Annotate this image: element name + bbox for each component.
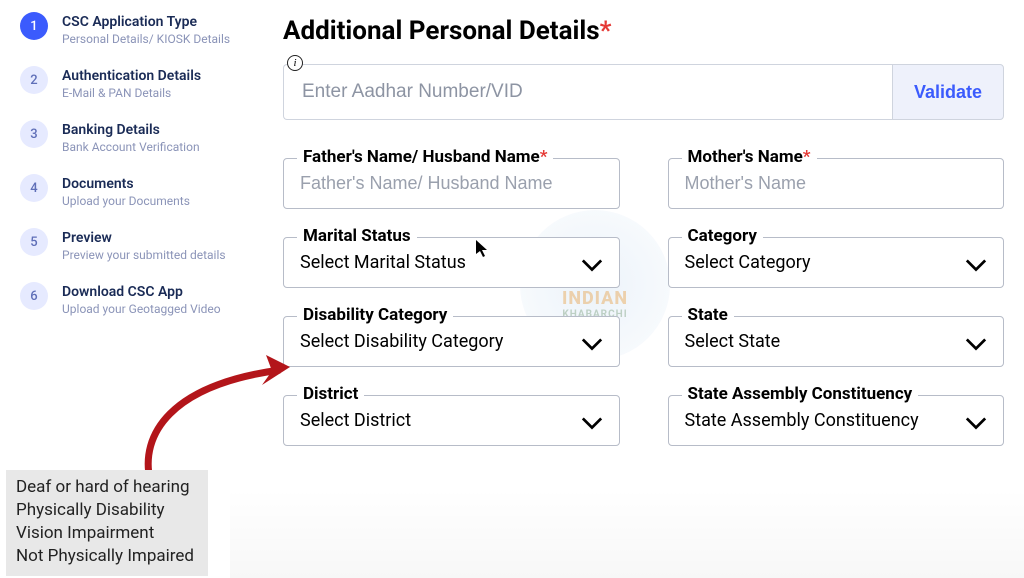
- main-form: Additional Personal Details* i Validate …: [265, 0, 1024, 578]
- chevron-down-icon: [581, 414, 603, 428]
- required-asterisk: *: [540, 147, 548, 167]
- aadhar-input[interactable]: [283, 64, 892, 120]
- disability-category-field: Disability Category Select Disability Ca…: [283, 316, 620, 367]
- step-title: Documents: [62, 176, 190, 192]
- page-title-text: Additional Personal Details: [283, 16, 600, 46]
- step-subtitle: E-Mail & PAN Details: [62, 86, 201, 100]
- field-label: State Assembly Constituency: [682, 384, 919, 404]
- sidebar-step-preview[interactable]: 5 Preview Preview your submitted details: [20, 228, 249, 262]
- step-title: Download CSC App: [62, 284, 221, 300]
- sidebar-step-authentication[interactable]: 2 Authentication Details E-Mail & PAN De…: [20, 66, 249, 100]
- sidebar-step-banking[interactable]: 3 Banking Details Bank Account Verificat…: [20, 120, 249, 154]
- step-number-icon: 5: [20, 228, 48, 256]
- chevron-down-icon: [581, 335, 603, 349]
- step-number-icon: 2: [20, 66, 48, 94]
- step-title: CSC Application Type: [62, 14, 230, 30]
- disability-options-annotation: Deaf or hard of hearing Physically Disab…: [6, 470, 208, 576]
- step-number-icon: 1: [20, 12, 48, 40]
- sidebar-step-csc-application[interactable]: 1 CSC Application Type Personal Details/…: [20, 12, 249, 46]
- field-label: Father's Name/ Husband Name*: [297, 147, 553, 167]
- step-subtitle: Upload your Documents: [62, 194, 190, 208]
- select-value: Select State: [685, 331, 781, 352]
- sidebar-step-documents[interactable]: 4 Documents Upload your Documents: [20, 174, 249, 208]
- chevron-down-icon: [581, 256, 603, 270]
- list-item: Vision Impairment: [16, 522, 194, 545]
- select-value: Select District: [300, 410, 411, 431]
- sidebar-step-download-app[interactable]: 6 Download CSC App Upload your Geotagged…: [20, 282, 249, 316]
- field-label: District: [297, 384, 364, 404]
- marital-status-field: Marital Status Select Marital Status: [283, 237, 620, 288]
- field-label: Marital Status: [297, 226, 417, 246]
- select-value: State Assembly Constituency: [685, 410, 919, 431]
- step-subtitle: Personal Details/ KIOSK Details: [62, 32, 230, 46]
- validate-button[interactable]: Validate: [892, 64, 1004, 120]
- father-name-field: Father's Name/ Husband Name*: [283, 158, 620, 209]
- category-field: Category Select Category: [668, 237, 1005, 288]
- step-subtitle: Preview your submitted details: [62, 248, 226, 262]
- district-field: District Select District: [283, 395, 620, 446]
- select-value: Select Marital Status: [300, 252, 466, 273]
- step-number-icon: 3: [20, 120, 48, 148]
- chevron-down-icon: [965, 414, 987, 428]
- page-title: Additional Personal Details*: [283, 16, 1004, 46]
- step-subtitle: Upload your Geotagged Video: [62, 302, 221, 316]
- required-asterisk: *: [600, 16, 612, 46]
- field-label: Category: [682, 226, 763, 246]
- list-item: Deaf or hard of hearing: [16, 476, 194, 499]
- list-item: Not Physically Impaired: [16, 545, 194, 568]
- select-value: Select Category: [685, 252, 811, 273]
- step-title: Preview: [62, 230, 226, 246]
- step-title: Authentication Details: [62, 68, 201, 84]
- state-assembly-constituency-field: State Assembly Constituency State Assemb…: [668, 395, 1005, 446]
- aadhar-row: i Validate: [283, 64, 1004, 120]
- step-number-icon: 4: [20, 174, 48, 202]
- step-subtitle: Bank Account Verification: [62, 140, 200, 154]
- list-item: Physically Disability: [16, 499, 194, 522]
- required-asterisk: *: [803, 147, 811, 167]
- select-value: Select Disability Category: [300, 331, 503, 352]
- step-number-icon: 6: [20, 282, 48, 310]
- mother-name-field: Mother's Name*: [668, 158, 1005, 209]
- field-label: State: [682, 305, 734, 325]
- field-label: Mother's Name*: [682, 147, 817, 167]
- field-label: Disability Category: [297, 305, 453, 325]
- chevron-down-icon: [965, 335, 987, 349]
- step-title: Banking Details: [62, 122, 200, 138]
- chevron-down-icon: [965, 256, 987, 270]
- info-icon[interactable]: i: [287, 55, 303, 71]
- state-field: State Select State: [668, 316, 1005, 367]
